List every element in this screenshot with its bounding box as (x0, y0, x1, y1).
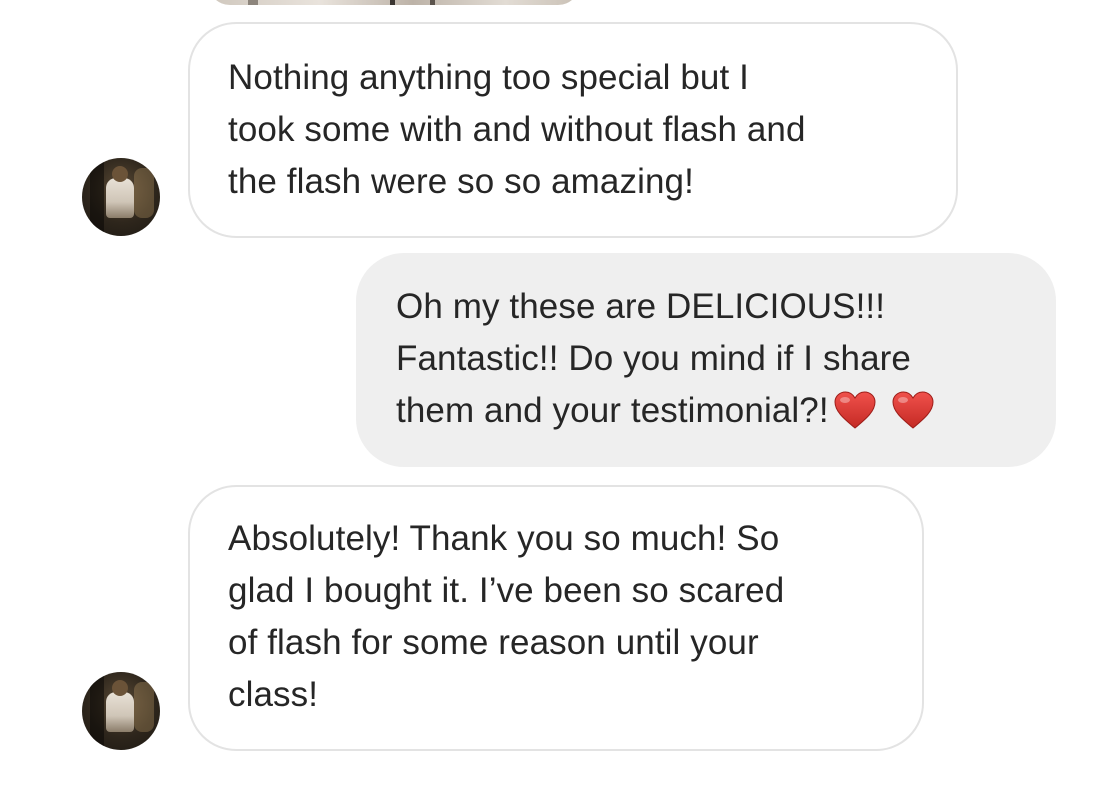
avatar-photo-detail (106, 692, 134, 732)
message-text-line-with-emoji: them and your testimonial?! (396, 385, 1016, 437)
message-text-line: took some with and without flash and (228, 110, 806, 149)
red-heart-icon (891, 390, 935, 430)
avatar-photo-detail (134, 682, 154, 732)
red-heart-icon (833, 390, 877, 430)
photo-detail (430, 0, 435, 5)
sender-avatar[interactable] (82, 158, 160, 236)
message-text-line: glad I bought it. I’ve been so scared (228, 571, 785, 610)
message-bubble-outgoing[interactable]: Oh my these are DELICIOUS!!! Fantastic!!… (356, 253, 1056, 467)
message-text-line: Oh my these are DELICIOUS!!! (396, 287, 886, 326)
message-bubble-incoming[interactable]: Absolutely! Thank you so much! So glad I… (188, 485, 924, 751)
message-text-line: class! (228, 675, 319, 714)
photo-detail (248, 0, 258, 5)
message-bubble-incoming[interactable]: Nothing anything too special but I took … (188, 22, 958, 238)
avatar-photo-detail (112, 166, 128, 182)
avatar-photo-detail (134, 168, 154, 218)
message-text-line: the flash were so so amazing! (228, 162, 694, 201)
message-text-line: Absolutely! Thank you so much! So (228, 519, 780, 558)
avatar-photo-detail (90, 158, 104, 236)
avatar-photo-detail (112, 680, 128, 696)
message-text-line: them and your testimonial?! (396, 391, 829, 430)
avatar-photo-detail (90, 672, 104, 750)
message-text-line: Fantastic!! Do you mind if I share (396, 339, 912, 378)
message-text-line: Nothing anything too special but I (228, 58, 749, 97)
avatar-photo-detail (106, 178, 134, 218)
message-text-line: of flash for some reason until your (228, 623, 759, 662)
shared-photo-preview[interactable] (208, 0, 580, 5)
sender-avatar[interactable] (82, 672, 160, 750)
photo-detail (390, 0, 395, 5)
